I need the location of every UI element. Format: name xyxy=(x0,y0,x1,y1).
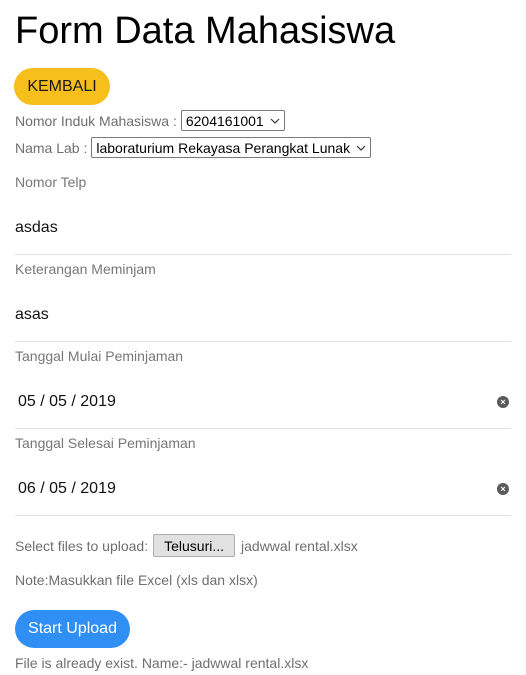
phone-input[interactable]: asdas xyxy=(15,219,58,237)
nim-label: Nomor Induk Mahasiswa : xyxy=(15,112,177,129)
note-label: Keterangan Meminjam xyxy=(15,261,156,277)
page-title: Form Data Mahasiswa xyxy=(15,10,396,52)
back-button[interactable]: KEMBALI xyxy=(14,68,110,105)
end-date-underline xyxy=(15,515,511,516)
start-date-label: Tanggal Mulai Peminjaman xyxy=(15,348,184,364)
selected-file-name: jadwwal rental.xlsx xyxy=(241,537,358,554)
upload-status: File is already exist. Name:- jadwwal re… xyxy=(15,655,309,671)
start-date-input[interactable]: 05 / 05 / 2019 xyxy=(18,393,116,411)
lab-row: Nama Lab : laboraturium Rekayasa Perangk… xyxy=(15,137,372,158)
clear-icon[interactable]: × xyxy=(497,483,509,495)
upload-note: Note:Masukkan file Excel (xls dan xlsx) xyxy=(15,572,258,588)
nim-select[interactable]: 6204161001 xyxy=(180,110,285,131)
lab-select-value: laboraturium Rekayasa Perangkat Lunak xyxy=(96,139,351,156)
chevron-down-icon xyxy=(270,118,280,124)
phone-label: Nomor Telp xyxy=(15,174,87,190)
clear-icon[interactable]: × xyxy=(497,396,509,408)
phone-underline xyxy=(15,254,511,255)
lab-label: Nama Lab : xyxy=(15,139,88,156)
upload-label: Select files to upload: xyxy=(15,537,149,554)
end-date-label: Tanggal Selesai Peminjaman xyxy=(15,435,196,451)
chevron-down-icon xyxy=(356,145,366,151)
lab-select[interactable]: laboraturium Rekayasa Perangkat Lunak xyxy=(91,137,372,158)
note-input[interactable]: asas xyxy=(15,306,49,324)
browse-button[interactable]: Telusuri... xyxy=(153,534,236,557)
start-upload-button[interactable]: Start Upload xyxy=(15,610,130,648)
note-underline xyxy=(15,341,511,342)
start-date-underline xyxy=(15,428,511,429)
nim-select-value: 6204161001 xyxy=(185,112,264,129)
end-date-input[interactable]: 06 / 05 / 2019 xyxy=(18,480,116,498)
upload-row: Select files to upload: Telusuri... jadw… xyxy=(15,534,358,557)
nim-row: Nomor Induk Mahasiswa : 6204161001 xyxy=(15,110,285,131)
